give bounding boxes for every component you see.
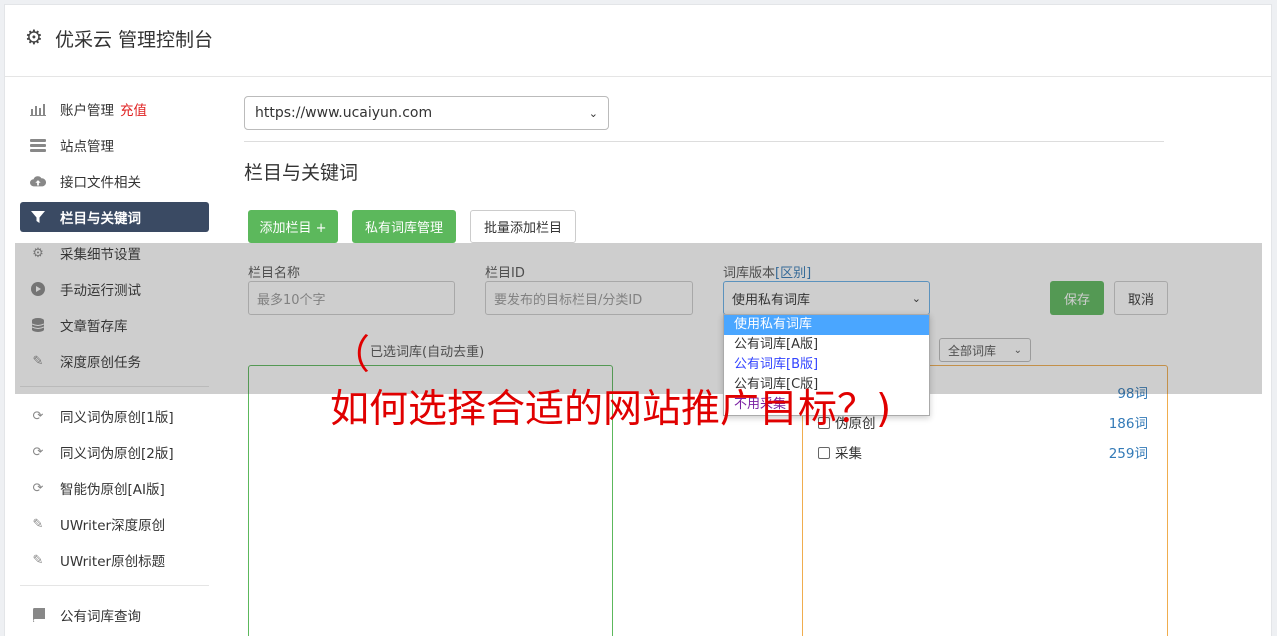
sidebar-item-api-files[interactable]: 接口文件相关 [20, 166, 209, 196]
sidebar-item-label: 同义词伪原创[2版] [60, 446, 174, 462]
sidebar-item-synonym-v1[interactable]: ⟳ 同义词伪原创[1版] [20, 401, 209, 431]
lib-checkbox[interactable] [818, 447, 830, 459]
watermark-text: 如何选择合适的网站推广目标？) [330, 387, 892, 432]
filter-icon [30, 209, 46, 225]
sidebar-item-public-lib-query[interactable]: 公有词库查询 [20, 600, 209, 630]
add-column-button[interactable]: 添加栏目 + [248, 210, 338, 243]
section-title: 栏目与关键词 [244, 162, 359, 184]
lib-count: 186词 [1108, 416, 1148, 432]
sidebar-divider [20, 585, 209, 586]
sidebar-item-uwriter-title[interactable]: ✎ UWriter原创标题 [20, 545, 209, 575]
sidebar-item-columns-keywords[interactable]: 栏目与关键词 [20, 202, 209, 232]
watermark-paren: （ [330, 332, 370, 378]
page-header: ⚙ 优采云 管理控制台 [5, 5, 1271, 77]
sidebar-item-label: UWriter深度原创 [60, 518, 166, 534]
sidebar-item-label: UWriter原创标题 [60, 554, 166, 570]
sidebar-item-synonym-v2[interactable]: ⟳ 同义词伪原创[2版] [20, 437, 209, 467]
sidebar-item-label: 账户管理 [60, 103, 114, 119]
sidebar-item-account[interactable]: 账户管理 充值 [20, 94, 209, 124]
sidebar-item-sites[interactable]: 站点管理 [20, 130, 209, 160]
lib-name: 采集 [835, 446, 862, 462]
site-select-value: https://www.ucaiyun.com [255, 105, 433, 121]
sidebar-item-label: 同义词伪原创[1版] [60, 410, 174, 426]
site-select[interactable]: https://www.ucaiyun.com ⌄ [244, 96, 609, 130]
lib-checkbox-label: 采集 [818, 442, 862, 462]
divider [244, 141, 1164, 142]
edit-icon: ✎ [32, 552, 44, 568]
refresh-icon: ⟳ [32, 408, 44, 424]
edit-icon: ✎ [32, 516, 44, 532]
sidebar-item-label: 公有词库查询 [60, 609, 141, 625]
private-lib-button[interactable]: 私有词库管理 [352, 210, 456, 243]
dropdown-option[interactable]: 使用私有词库 [724, 315, 929, 335]
lib-count: 259词 [1108, 446, 1148, 462]
sidebar-item-label: 智能伪原创[AI版] [60, 482, 165, 498]
bar-chart-icon [30, 101, 46, 117]
sidebar-item-label: 站点管理 [60, 139, 114, 155]
sidebar-item-ai-rewrite[interactable]: ⟳ 智能伪原创[AI版] [20, 473, 209, 503]
recharge-link[interactable]: 充值 [120, 99, 147, 119]
dropdown-option[interactable]: 公有词库[B版] [724, 355, 929, 375]
book-icon [30, 607, 46, 623]
refresh-icon: ⟳ [32, 480, 44, 496]
batch-add-button[interactable]: 批量添加栏目 [470, 210, 576, 243]
dropdown-option[interactable]: 公有词库[A版] [724, 335, 929, 355]
dim-overlay [15, 243, 1262, 394]
cloud-upload-icon [30, 173, 46, 189]
sidebar-item-label: 栏目与关键词 [60, 211, 141, 227]
sidebar-item-uwriter-deep[interactable]: ✎ UWriter深度原创 [20, 509, 209, 539]
lib-row[interactable]: 采集 259词 [818, 442, 1148, 462]
sidebar-item-label: 接口文件相关 [60, 175, 141, 191]
server-icon [30, 137, 46, 153]
refresh-icon: ⟳ [32, 444, 44, 460]
chevron-down-icon: ⌄ [588, 106, 598, 120]
gear-icon: ⚙ [25, 25, 43, 49]
page-title: 优采云 管理控制台 [55, 29, 214, 51]
